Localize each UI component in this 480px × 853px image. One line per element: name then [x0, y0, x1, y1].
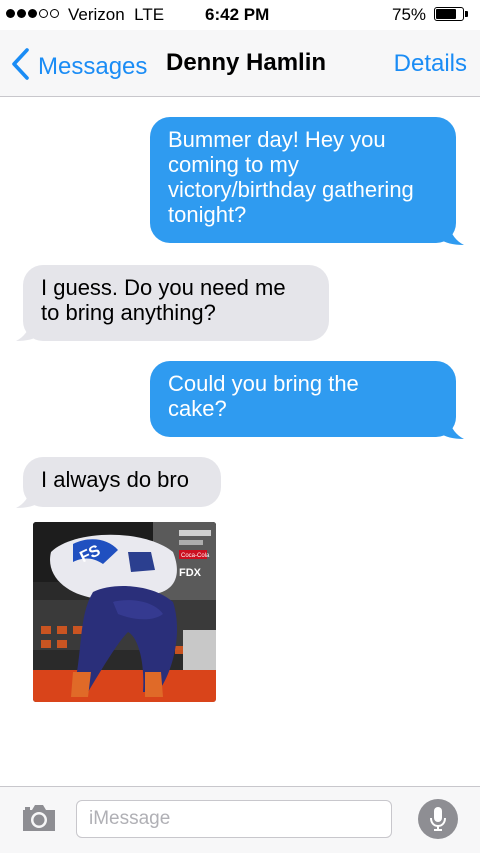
photo-fdx-text: FDX: [179, 567, 202, 579]
image-attachment[interactable]: Coca-Cola FDX FS: [33, 522, 216, 702]
details-button[interactable]: Details: [394, 50, 467, 78]
outgoing-message[interactable]: Bummer day! Hey you coming to my victory…: [150, 117, 456, 243]
message-line: victory/birthday gathering: [168, 177, 414, 202]
conversation-title: Denny Hamlin: [166, 49, 327, 76]
message-line: cake?: [168, 396, 227, 421]
message-line: tonight?: [168, 202, 247, 227]
status-bar: Verizon LTE 6:42 PM 75%: [0, 0, 480, 30]
camera-icon[interactable]: [20, 803, 58, 838]
message-line: coming to my: [168, 152, 299, 177]
battery-percentage: 75%: [392, 5, 427, 24]
clock: 6:42 PM: [205, 5, 270, 24]
back-button[interactable]: Messages: [10, 47, 147, 86]
message-line: Could you bring the: [168, 371, 359, 396]
navigation-bar: Messages Denny Hamlin Details: [0, 30, 480, 97]
message-line: to bring anything?: [41, 300, 216, 325]
carrier-label: Verizon LTE: [68, 5, 165, 24]
imessage-input[interactable]: [76, 800, 392, 838]
outgoing-bubble-tail: [440, 421, 464, 439]
message-line: I always do bro: [41, 467, 189, 492]
chevron-left-icon: [10, 47, 32, 86]
back-label: Messages: [38, 52, 148, 80]
outgoing-bubble-tail: [440, 227, 464, 245]
message-line: Bummer day! Hey you: [168, 127, 386, 152]
signal-dots-icon: [6, 9, 59, 18]
race-photo-illustration: Coca-Cola FDX FS: [33, 522, 216, 702]
microphone-icon[interactable]: [418, 799, 458, 839]
incoming-message[interactable]: I always do bro: [23, 457, 221, 507]
incoming-bubble-tail: [16, 323, 40, 341]
outgoing-message[interactable]: Could you bring the cake?: [150, 361, 456, 437]
message-line: I guess. Do you need me: [41, 275, 286, 300]
incoming-bubble-tail: [16, 490, 40, 508]
incoming-message[interactable]: I guess. Do you need me to bring anythin…: [23, 265, 329, 341]
battery-icon: [434, 7, 464, 21]
photo-coca-cola-text: Coca-Cola: [181, 553, 210, 559]
message-input-bar: [0, 786, 480, 853]
battery-terminal: [465, 11, 468, 17]
